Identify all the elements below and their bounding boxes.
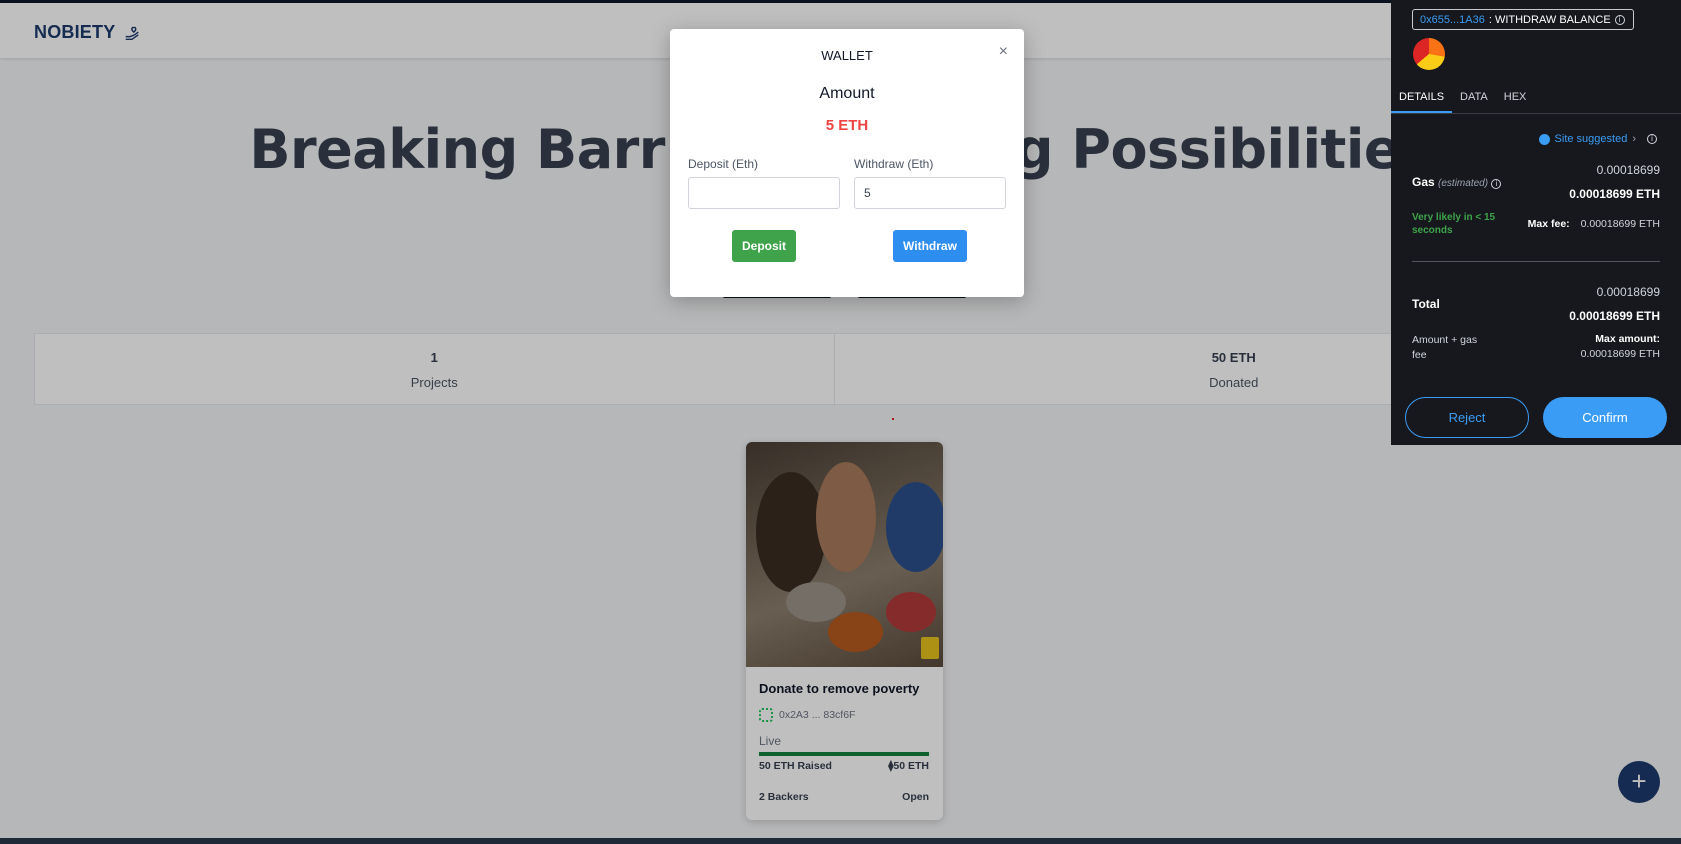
contract-address[interactable]: 0x655...1A36 xyxy=(1420,14,1485,26)
total-label: Total xyxy=(1412,297,1440,311)
metamask-panel: 0x655...1A36 : WITHDRAW BALANCE i DETAIL… xyxy=(1391,0,1681,445)
total-value-eth: 0.00018699 ETH xyxy=(1569,309,1660,323)
tab-data[interactable]: DATA xyxy=(1452,86,1496,113)
chevron-right-icon: › xyxy=(1632,133,1636,145)
bottom-bar xyxy=(0,838,1681,844)
withdraw-label: Withdraw (Eth) xyxy=(854,157,934,171)
amount-label: Amount xyxy=(819,85,875,102)
deposit-button[interactable]: Deposit xyxy=(732,230,796,262)
gas-value-eth: 0.00018699 ETH xyxy=(1569,187,1660,201)
max-fee-label: Max fee: xyxy=(1527,218,1570,230)
tab-bar: DETAILS DATA HEX xyxy=(1391,86,1681,114)
account-avatar xyxy=(1413,38,1445,70)
site-origin-badge[interactable]: 0x655...1A36 : WITHDRAW BALANCE i xyxy=(1412,9,1634,30)
reject-button[interactable]: Reject xyxy=(1405,397,1529,438)
close-icon[interactable]: × xyxy=(999,43,1008,61)
gas-label: Gas xyxy=(1412,175,1435,189)
gas-estimated: (estimated) xyxy=(1438,178,1489,189)
tab-details[interactable]: DETAILS xyxy=(1391,86,1453,113)
site-suggested-link[interactable]: Site suggested › i xyxy=(1538,133,1657,145)
max-fee-row: Max fee: 0.00018699 ETH xyxy=(1528,218,1660,230)
deposit-input[interactable] xyxy=(688,177,840,209)
amount-value: 5 ETH xyxy=(825,117,869,134)
info-icon[interactable]: i xyxy=(1614,14,1625,25)
withdraw-button[interactable]: Withdraw xyxy=(893,230,967,262)
wallet-modal: WALLET × Amount 5 ETH Deposit (Eth) With… xyxy=(670,29,1024,297)
tab-hex[interactable]: HEX xyxy=(1496,86,1535,113)
max-amount-label: Max amount: xyxy=(1595,333,1660,345)
globe-icon xyxy=(1538,133,1550,145)
deposit-label: Deposit (Eth) xyxy=(688,157,759,171)
method-name: : WITHDRAW BALANCE xyxy=(1488,13,1611,26)
info-icon[interactable]: i xyxy=(1491,179,1502,189)
amount-gas-label: Amount + gas fee xyxy=(1412,334,1478,361)
deposit-field: Deposit (Eth) xyxy=(688,157,840,209)
max-fee-value: 0.00018699 ETH xyxy=(1580,218,1660,230)
withdraw-field: Withdraw (Eth) xyxy=(854,157,1006,209)
info-icon[interactable]: i xyxy=(1647,134,1657,144)
total-value: 0.00018699 xyxy=(1596,285,1660,299)
confirm-button[interactable]: Confirm xyxy=(1543,397,1667,438)
likely-time: Very likely in < 15 seconds xyxy=(1412,212,1496,236)
gas-label-group: Gas (estimated) i xyxy=(1412,175,1502,189)
withdraw-input[interactable] xyxy=(854,177,1006,209)
site-suggested-label: Site suggested xyxy=(1554,133,1628,145)
max-amount-value: 0.00018699 ETH xyxy=(1580,348,1660,360)
divider xyxy=(1412,261,1660,262)
modal-title: WALLET xyxy=(821,48,873,63)
gas-value: 0.00018699 xyxy=(1596,163,1660,177)
